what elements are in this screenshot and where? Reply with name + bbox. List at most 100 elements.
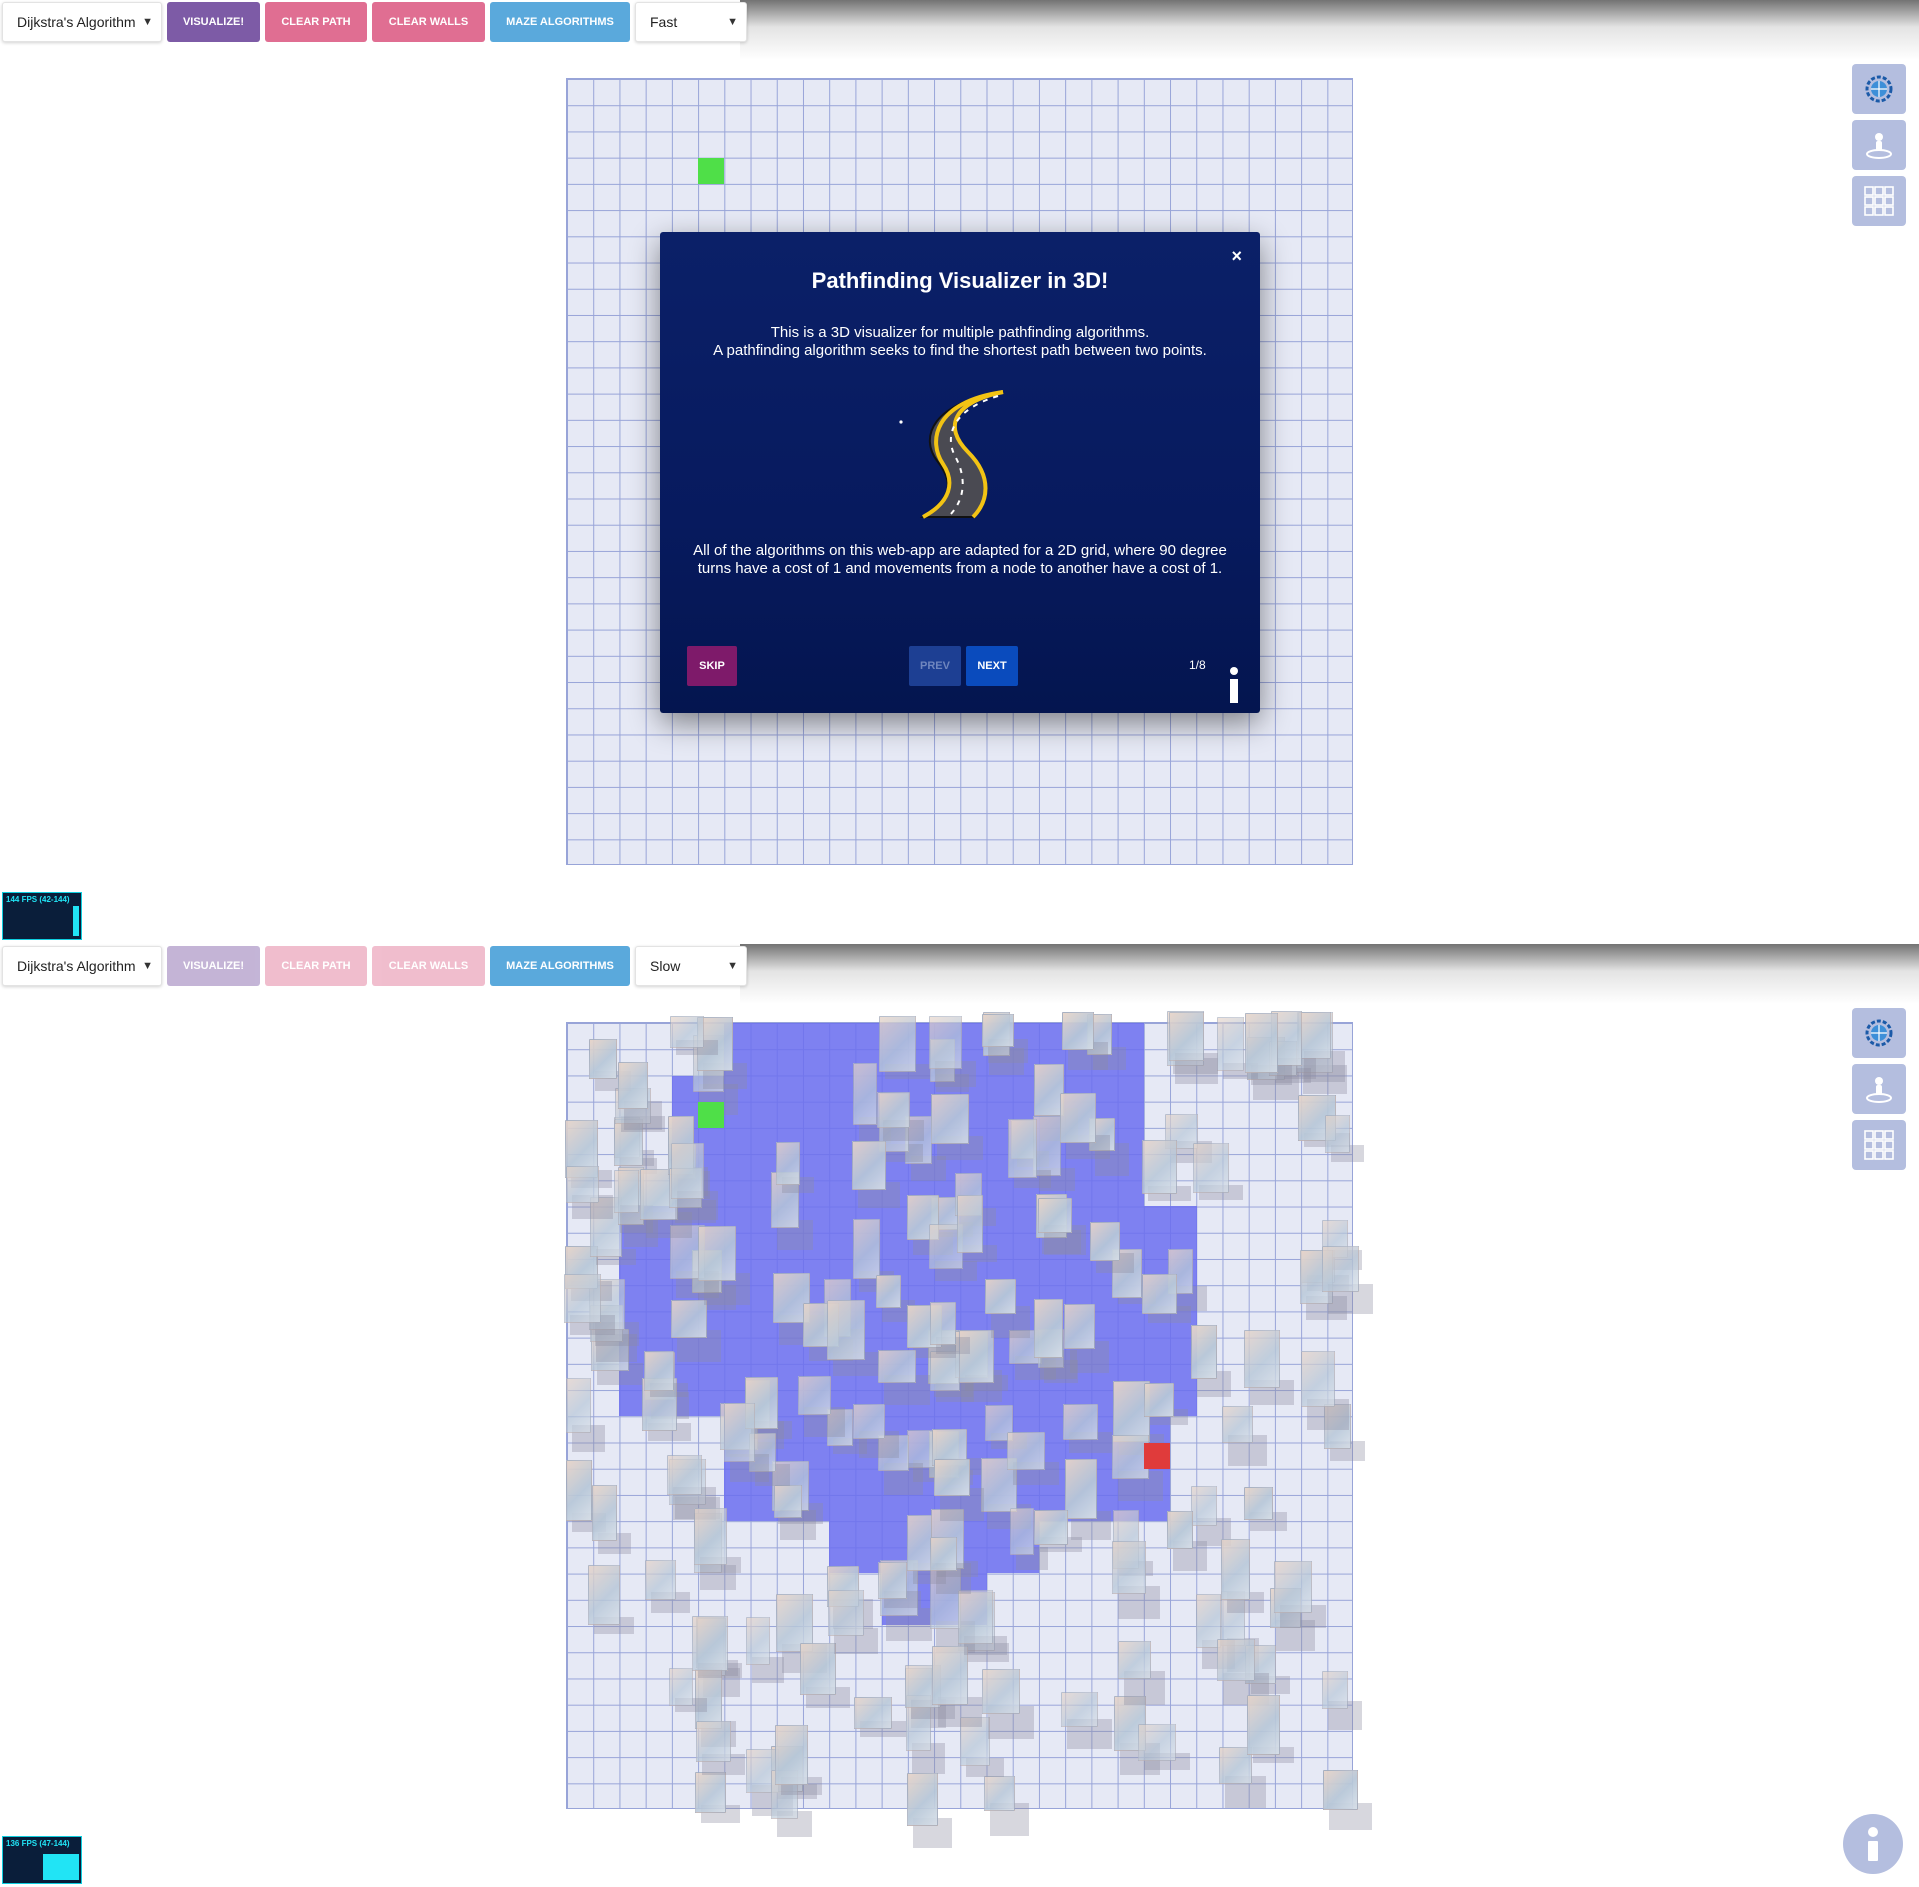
toolbar: Dijkstra's Algorithm ▼ VISUALIZE! CLEAR … — [2, 946, 747, 986]
wall-building — [774, 1724, 809, 1785]
wall-building — [878, 1561, 907, 1600]
wall-building — [799, 1642, 837, 1695]
clear-walls-button[interactable]: CLEAR WALLS — [372, 2, 485, 42]
speed-select[interactable]: Slow ▼ — [635, 946, 747, 986]
wall-building — [1217, 1638, 1256, 1681]
wall-building — [565, 1377, 591, 1433]
wall-building — [1063, 1404, 1099, 1441]
wall-building — [1192, 1143, 1230, 1193]
grid-view-button[interactable] — [1852, 1120, 1906, 1170]
clear-walls-button[interactable]: CLEAR WALLS — [372, 946, 485, 986]
wall-building — [697, 1226, 736, 1281]
maze-algorithms-button[interactable]: MAZE ALGORITHMS — [490, 2, 630, 42]
wall-building — [1062, 1011, 1095, 1050]
person-icon — [1866, 1077, 1892, 1103]
wall-building — [1141, 1274, 1177, 1315]
wall-building — [1297, 1011, 1332, 1059]
top-shade — [740, 944, 1919, 1004]
wall-building — [853, 1218, 881, 1280]
chevron-down-icon: ▼ — [727, 16, 738, 28]
wall-building — [1063, 1303, 1095, 1350]
fps-meter: 144 FPS (42-144) — [2, 892, 82, 940]
wall-building — [1090, 1221, 1120, 1262]
wall-building — [933, 1458, 970, 1496]
grid-view-button[interactable] — [1852, 176, 1906, 226]
wall-building — [957, 1194, 984, 1254]
algorithm-select-value: Dijkstra's Algorithm — [17, 958, 136, 974]
step-counter: 1/8 — [1189, 658, 1206, 672]
pathfinding-grid[interactable] — [564, 1010, 1374, 1848]
prev-button[interactable]: PREV — [909, 646, 961, 686]
start-node[interactable] — [698, 1102, 724, 1128]
wall-building — [929, 1015, 962, 1069]
algorithm-select[interactable]: Dijkstra's Algorithm ▼ — [2, 946, 162, 986]
view-controls — [1852, 64, 1906, 226]
wall-building — [931, 1093, 969, 1145]
visualize-button[interactable]: VISUALIZE! — [167, 2, 260, 42]
wall-building — [1244, 1012, 1279, 1073]
info-button[interactable] — [1843, 1814, 1903, 1874]
wall-building — [852, 1063, 877, 1125]
speed-select-value: Slow — [650, 958, 681, 974]
wall-building — [587, 1564, 621, 1625]
globe-settings-button[interactable] — [1852, 64, 1906, 114]
wall-building — [853, 1403, 885, 1439]
wall-building — [1037, 1197, 1072, 1234]
wall-building — [876, 1274, 901, 1308]
wall-building — [930, 1302, 956, 1345]
road-icon — [899, 390, 1004, 519]
wall-building — [929, 1537, 957, 1572]
wall-building — [907, 1772, 939, 1827]
wall-building — [1060, 1093, 1096, 1144]
wall-building — [1167, 1511, 1194, 1549]
person-view-button[interactable] — [1852, 120, 1906, 170]
wall-building — [1008, 1118, 1037, 1178]
speed-select[interactable]: Fast ▼ — [635, 2, 747, 42]
info-icon — [1868, 1827, 1878, 1861]
speed-select-value: Fast — [650, 14, 678, 30]
info-icon — [1230, 667, 1238, 703]
globe-settings-button[interactable] — [1852, 1008, 1906, 1058]
wall-building — [826, 1300, 865, 1361]
wall-building — [644, 1350, 674, 1392]
next-button[interactable]: NEXT — [966, 646, 1018, 686]
toolbar: Dijkstra's Algorithm ▼ VISUALIZE! CLEAR … — [2, 2, 747, 42]
algorithm-select[interactable]: Dijkstra's Algorithm ▼ — [2, 2, 162, 42]
wall-building — [670, 1299, 708, 1338]
wall-building — [906, 1514, 932, 1571]
wall-building — [692, 1615, 728, 1672]
view-controls — [1852, 1008, 1906, 1170]
chevron-down-icon: ▼ — [727, 960, 738, 972]
top-shade — [740, 0, 1919, 60]
clear-path-button[interactable]: CLEAR PATH — [265, 2, 367, 42]
wall-building — [1220, 1538, 1250, 1600]
wall-building — [1243, 1329, 1281, 1388]
maze-algorithms-button[interactable]: MAZE ALGORITHMS — [490, 946, 630, 986]
clear-path-button[interactable]: CLEAR PATH — [265, 946, 367, 986]
wall-building — [1221, 1405, 1254, 1444]
wall-building — [1190, 1486, 1217, 1526]
wall-building — [774, 1485, 802, 1519]
start-node[interactable] — [698, 158, 724, 184]
globe-gear-icon — [1865, 75, 1893, 103]
wall-building — [745, 1617, 771, 1666]
end-node[interactable] — [1144, 1443, 1170, 1469]
wall-building — [1033, 1115, 1062, 1177]
wall-building — [1143, 1383, 1174, 1418]
visualize-button[interactable]: VISUALIZE! — [167, 946, 260, 986]
wall-building — [1325, 1115, 1350, 1154]
wall-building — [564, 1274, 601, 1324]
algorithm-select-value: Dijkstra's Algorithm — [17, 14, 136, 30]
skip-button[interactable]: SKIP — [687, 646, 737, 686]
wall-building — [877, 1091, 910, 1128]
wall-building — [670, 1015, 704, 1049]
wall-building — [668, 1667, 693, 1706]
close-icon[interactable]: × — [1231, 246, 1242, 267]
wall-building — [565, 1459, 593, 1521]
tutorial-modal: × Pathfinding Visualizer in 3D! This is … — [660, 232, 1260, 713]
person-view-button[interactable] — [1852, 1064, 1906, 1114]
person-icon — [1866, 133, 1892, 159]
wall-building — [1117, 1640, 1151, 1680]
wall-building — [724, 1402, 755, 1463]
wall-building — [1033, 1510, 1068, 1545]
